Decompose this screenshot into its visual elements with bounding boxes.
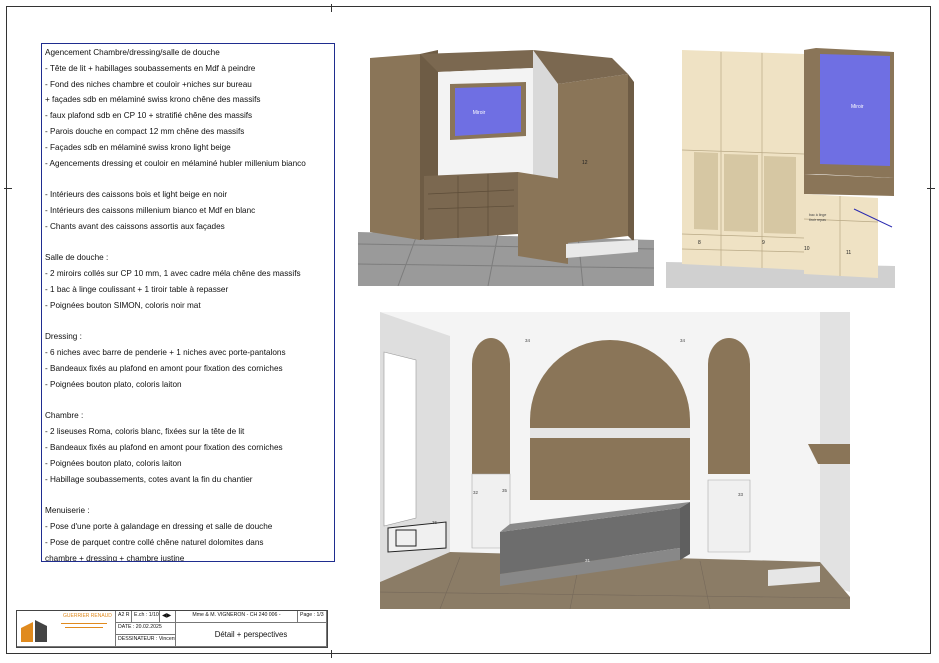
mirror-label: Miroir bbox=[473, 110, 486, 116]
arrows-icon: ◀▶ bbox=[162, 613, 172, 619]
item-number-32: 32 bbox=[473, 490, 479, 495]
annotation-tag-2: tiroir repas bbox=[809, 218, 826, 222]
note-line: - 1 bac à linge coulissant + 1 tiroir ta… bbox=[45, 284, 229, 294]
note-line: - Habillage soubassements, cotes avant l… bbox=[45, 474, 253, 484]
item-number-31: 31 bbox=[585, 558, 591, 563]
perspective-bathroom: Miroir 12 bbox=[358, 44, 656, 286]
drawing-date: DATE : 20.02.2025 bbox=[116, 623, 176, 635]
note-line: - Agencements dressing et couloir en mél… bbox=[45, 158, 306, 168]
frame-tick-right bbox=[927, 188, 935, 189]
note-line: - Fond des niches chambre et couloir +ni… bbox=[45, 79, 252, 89]
arrows-icon-cell: ◀▶ bbox=[160, 611, 176, 623]
note-line: - Intérieurs des caissons millenium bian… bbox=[45, 205, 256, 215]
scale-a: A2 R bbox=[116, 611, 132, 623]
item-number-34b: 34 bbox=[680, 338, 686, 343]
frame-tick-top bbox=[331, 4, 332, 12]
item-number-36: 36 bbox=[432, 520, 438, 525]
title-block: GUERRIER RENAUD A2 R E.ch : 1/10 ◀▶ Mme … bbox=[16, 610, 328, 648]
note-line: - 2 miroirs collés sur CP 10 mm, 1 avec … bbox=[45, 269, 301, 279]
note-line: chambre + dressing + chambre justine bbox=[45, 553, 185, 562]
note-line bbox=[45, 235, 331, 251]
company-logo-icon bbox=[21, 620, 47, 642]
item-number-34a: 34 bbox=[525, 338, 531, 343]
note-line bbox=[45, 314, 331, 330]
item-number-9: 9 bbox=[762, 240, 765, 246]
item-number-8: 8 bbox=[698, 240, 701, 246]
item-number-33: 33 bbox=[738, 492, 744, 497]
note-line: Salle de douche : bbox=[45, 253, 109, 263]
note-line: - Façades sdb en mélaminé swiss krono li… bbox=[45, 142, 231, 152]
perspective-dressing: Miroir 8 10 11 9 bac à linge tiroir repa… bbox=[666, 44, 895, 288]
note-line: Chambre : bbox=[45, 411, 84, 421]
note-line: - Pose de parquet contre collé chêne nat… bbox=[45, 537, 264, 547]
designer-name: DESSINATEUR : Vincent bbox=[116, 635, 176, 647]
note-line: - Tête de lit + habillages soubassements… bbox=[45, 63, 256, 73]
scale-b: E.ch : 1/10 bbox=[132, 611, 160, 623]
note-line: Agencement Chambre/dressing/salle de dou… bbox=[45, 48, 220, 57]
item-number-10: 10 bbox=[804, 246, 810, 252]
note-line: - Poignées bouton plato, coloris laiton bbox=[45, 379, 182, 389]
mirror-label: Miroir bbox=[851, 104, 864, 110]
note-line: Menuiserie : bbox=[45, 506, 90, 516]
note-line bbox=[45, 487, 331, 503]
note-line: - 6 niches avec barre de penderie + 1 ni… bbox=[45, 348, 286, 358]
perspective-bedroom: 34 34 32 33 36 31 35 bbox=[380, 312, 850, 609]
note-line: - Pose d'une porte à galandage en dressi… bbox=[45, 521, 273, 531]
note-line: - Intérieurs des caissons bois et light … bbox=[45, 190, 228, 200]
note-line: - Parois douche en compact 12 mm chêne d… bbox=[45, 126, 245, 136]
note-line: - Bandeaux fixés au plafond en amont pou… bbox=[45, 363, 283, 373]
note-line: + façades sdb en mélaminé swiss krono ch… bbox=[45, 95, 261, 105]
note-line: - Bandeaux fixés au plafond en amont pou… bbox=[45, 442, 283, 452]
annotation-tag: bac à linge bbox=[809, 213, 826, 217]
note-line bbox=[45, 171, 331, 187]
specification-notes: Agencement Chambre/dressing/salle de dou… bbox=[41, 43, 335, 562]
company-name: GUERRIER RENAUD bbox=[63, 613, 112, 619]
frame-tick-left bbox=[4, 188, 12, 189]
frame-tick-bottom bbox=[331, 650, 332, 658]
note-line: - faux plafond sdb en CP 10 + stratifié … bbox=[45, 111, 253, 121]
client-name: Mme & M. VIGNERON - CH 240 006 - bbox=[176, 611, 298, 623]
company-logo-cell: GUERRIER RENAUD bbox=[17, 611, 116, 647]
note-line: - Poignées bouton plato, coloris laiton bbox=[45, 458, 182, 468]
note-line: - Chants avant des caissons assortis aux… bbox=[45, 221, 225, 231]
page-number: Page : 1/3 bbox=[298, 611, 327, 623]
item-number-12: 12 bbox=[582, 160, 588, 166]
sheet-title: Détail + perspectives bbox=[176, 623, 327, 647]
note-line: - Poignées bouton SIMON, coloris noir ma… bbox=[45, 300, 201, 310]
note-line bbox=[45, 393, 331, 409]
note-line: Dressing : bbox=[45, 332, 82, 342]
item-number-35: 35 bbox=[502, 488, 508, 493]
note-line: - 2 liseuses Roma, coloris blanc, fixées… bbox=[45, 427, 245, 437]
item-number-11: 11 bbox=[846, 250, 851, 256]
